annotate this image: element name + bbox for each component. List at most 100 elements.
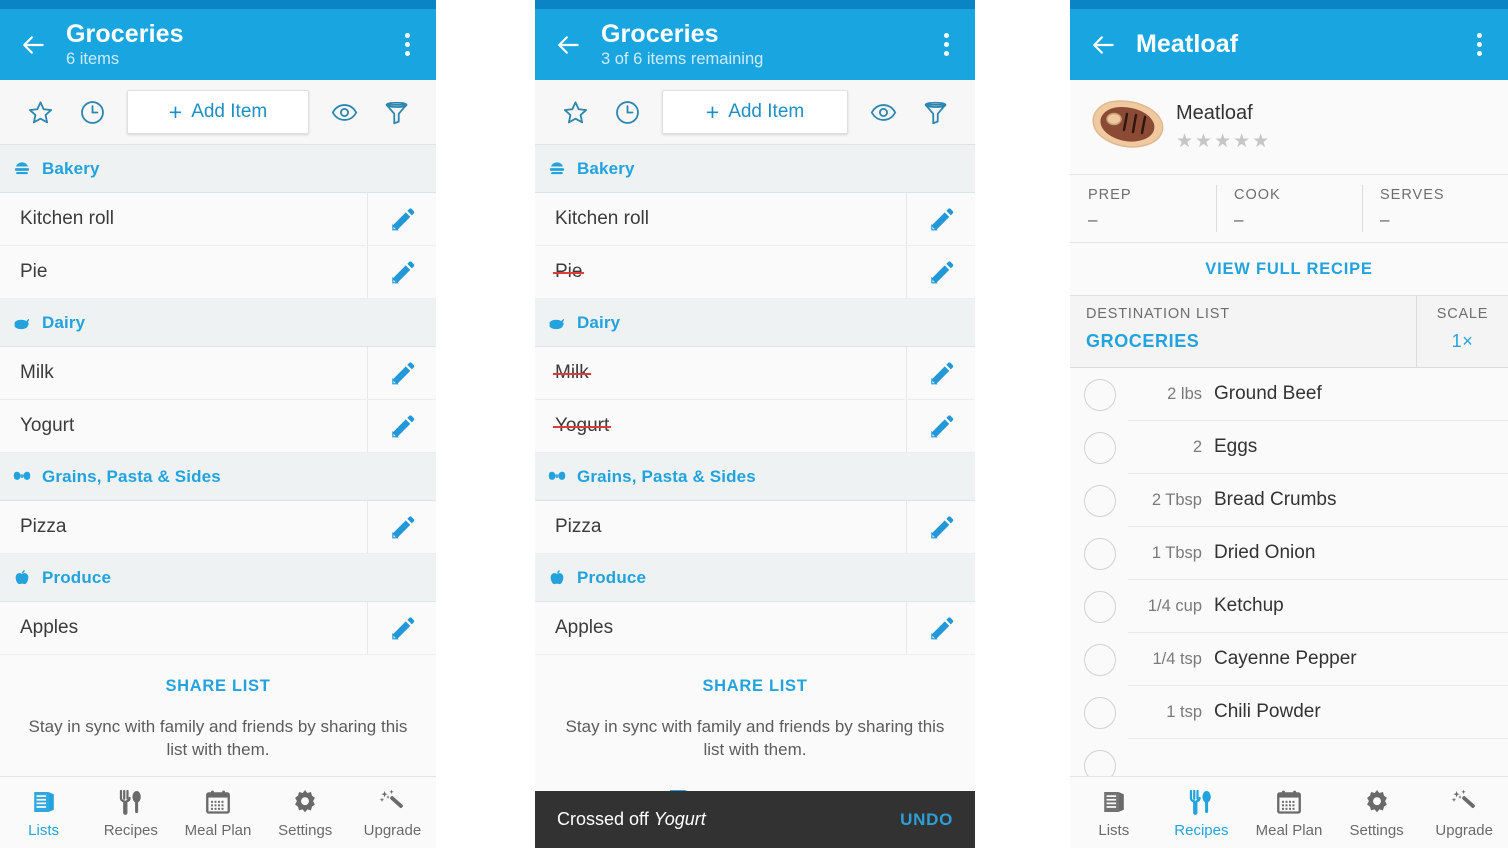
edit-item-button[interactable] <box>368 347 436 399</box>
clock-outline-icon[interactable] <box>66 90 118 134</box>
edit-item-button[interactable] <box>907 602 975 654</box>
ingredient-body[interactable]: 1/4 cup Ketchup <box>1128 580 1508 633</box>
nav-item-meal-plan[interactable]: Meal Plan <box>1245 787 1333 839</box>
share-list-link[interactable]: SHARE LIST <box>555 677 955 696</box>
ingredient-row[interactable]: 1/4 cup Ketchup <box>1070 580 1508 633</box>
edit-item-button[interactable] <box>368 193 436 245</box>
list-item[interactable]: Apples <box>0 602 436 655</box>
list-item-label-cell[interactable]: Pizza <box>0 501 368 553</box>
ingredient-body[interactable]: 1 Tbsp Dried Onion <box>1128 527 1508 580</box>
category-header[interactable]: Bakery <box>535 145 975 193</box>
edit-item-button[interactable] <box>368 602 436 654</box>
list-item[interactable]: Pie <box>0 246 436 299</box>
ingredient-row[interactable]: 1/4 tsp Cayenne Pepper <box>1070 633 1508 686</box>
nav-item-upgrade[interactable]: Upgrade <box>1420 787 1508 839</box>
overflow-menu-icon[interactable] <box>929 23 963 67</box>
nav-item-lists[interactable]: Lists <box>1070 787 1158 839</box>
ingredient-checkbox[interactable] <box>1084 378 1116 411</box>
list-item[interactable]: Kitchen roll <box>0 193 436 246</box>
list-item-label-cell[interactable]: Apples <box>0 602 368 654</box>
ingredient-checkbox[interactable] <box>1084 484 1116 517</box>
scale-cell[interactable]: SCALE 1× <box>1416 296 1508 367</box>
list-item[interactable]: Pizza <box>535 501 975 554</box>
nav-item-lists[interactable]: Lists <box>0 787 87 839</box>
list-item-label-cell[interactable]: Kitchen roll <box>0 193 368 245</box>
ingredient-body[interactable]: 2 Tbsp Bread Crumbs <box>1128 474 1508 527</box>
ingredient-checkbox[interactable] <box>1084 696 1116 729</box>
list-item-label-cell[interactable]: Kitchen roll <box>535 193 907 245</box>
list-item-label-cell[interactable]: Yogurt <box>535 400 907 452</box>
list-item[interactable]: Yogurt <box>0 400 436 453</box>
edit-item-button[interactable] <box>907 400 975 452</box>
ingredient-checkbox[interactable] <box>1084 431 1116 464</box>
overflow-menu-icon[interactable] <box>390 23 424 67</box>
edit-item-button[interactable] <box>907 347 975 399</box>
funnel-outline-icon[interactable] <box>909 90 961 134</box>
add-item-button[interactable]: + Add Item <box>662 90 848 134</box>
nav-item-upgrade[interactable]: Upgrade <box>349 787 436 839</box>
edit-item-button[interactable] <box>907 501 975 553</box>
undo-button[interactable]: UNDO <box>900 810 953 830</box>
ingredient-body[interactable]: 1 tsp Chili Powder <box>1128 686 1508 739</box>
category-header[interactable]: Dairy <box>0 299 436 347</box>
ingredient-list[interactable]: 2 lbs Ground Beef 2 Eggs 2 Tbsp Bread Crumbs 1… <box>1070 368 1508 800</box>
ingredient-body[interactable]: 1/4 tsp Cayenne Pepper <box>1128 633 1508 686</box>
view-full-recipe-button[interactable]: VIEW FULL RECIPE <box>1070 243 1508 296</box>
category-header[interactable]: Dairy <box>535 299 975 347</box>
ingredient-body[interactable]: 2 Eggs <box>1128 421 1508 474</box>
list-item-label-cell[interactable]: Pizza <box>535 501 907 553</box>
destination-list-value[interactable]: GROCERIES <box>1086 331 1416 352</box>
ingredient-row[interactable]: 1 Tbsp Dried Onion <box>1070 527 1508 580</box>
list-item[interactable]: Milk <box>535 347 975 400</box>
clock-outline-icon[interactable] <box>601 90 653 134</box>
category-header[interactable]: Grains, Pasta & Sides <box>0 453 436 501</box>
list-item[interactable]: Kitchen roll <box>535 193 975 246</box>
destination-list-cell[interactable]: DESTINATION LIST GROCERIES <box>1070 296 1416 367</box>
category-header[interactable]: Produce <box>535 554 975 602</box>
category-header[interactable]: Grains, Pasta & Sides <box>535 453 975 501</box>
list-item-label-cell[interactable]: Yogurt <box>0 400 368 452</box>
list-scroll-area[interactable]: Bakery Kitchen roll Pie Dairy Milk Yogurt Grai… <box>0 145 436 848</box>
scale-value[interactable]: 1× <box>1417 331 1508 352</box>
edit-item-button[interactable] <box>907 193 975 245</box>
edit-item-button[interactable] <box>368 246 436 298</box>
ingredient-row[interactable]: 2 Tbsp Bread Crumbs <box>1070 474 1508 527</box>
rating-stars[interactable]: ★★★★★ <box>1176 130 1271 153</box>
list-item[interactable]: Milk <box>0 347 436 400</box>
eye-outline-icon[interactable] <box>318 90 370 134</box>
nav-item-settings[interactable]: Settings <box>262 787 349 839</box>
nav-item-recipes[interactable]: Recipes <box>1158 787 1246 839</box>
overflow-menu-icon[interactable] <box>1462 23 1496 67</box>
list-item-label-cell[interactable]: Milk <box>535 347 907 399</box>
list-item-label-cell[interactable]: Pie <box>0 246 368 298</box>
list-item-label-cell[interactable]: Pie <box>535 246 907 298</box>
edit-item-button[interactable] <box>368 501 436 553</box>
list-scroll-area[interactable]: Bakery Kitchen roll Pie Dairy Milk Yogurt Grai… <box>535 145 975 848</box>
edit-item-button[interactable] <box>907 246 975 298</box>
ingredient-checkbox[interactable] <box>1084 590 1116 623</box>
ingredient-row[interactable]: 2 lbs Ground Beef <box>1070 368 1508 421</box>
star-outline-icon[interactable] <box>14 90 66 134</box>
nav-item-settings[interactable]: Settings <box>1333 787 1421 839</box>
edit-item-button[interactable] <box>368 400 436 452</box>
list-item[interactable]: Apples <box>535 602 975 655</box>
ingredient-row[interactable]: 2 Eggs <box>1070 421 1508 474</box>
list-item-label-cell[interactable]: Milk <box>0 347 368 399</box>
add-item-button[interactable]: + Add Item <box>127 90 309 134</box>
list-item-label-cell[interactable]: Apples <box>535 602 907 654</box>
list-item[interactable]: Pizza <box>0 501 436 554</box>
ingredient-checkbox[interactable] <box>1084 643 1116 676</box>
list-item[interactable]: Yogurt <box>535 400 975 453</box>
category-header[interactable]: Produce <box>0 554 436 602</box>
ingredient-body[interactable]: 2 lbs Ground Beef <box>1128 368 1508 421</box>
nav-item-recipes[interactable]: Recipes <box>87 787 174 839</box>
funnel-outline-icon[interactable] <box>370 90 422 134</box>
back-arrow-icon[interactable] <box>1082 23 1126 67</box>
star-outline-icon[interactable] <box>549 90 601 134</box>
eye-outline-icon[interactable] <box>857 90 909 134</box>
nav-item-meal-plan[interactable]: Meal Plan <box>174 787 261 839</box>
share-list-link[interactable]: SHARE LIST <box>20 677 416 696</box>
list-item[interactable]: Pie <box>535 246 975 299</box>
ingredient-checkbox[interactable] <box>1084 537 1116 570</box>
back-arrow-icon[interactable] <box>12 23 56 67</box>
